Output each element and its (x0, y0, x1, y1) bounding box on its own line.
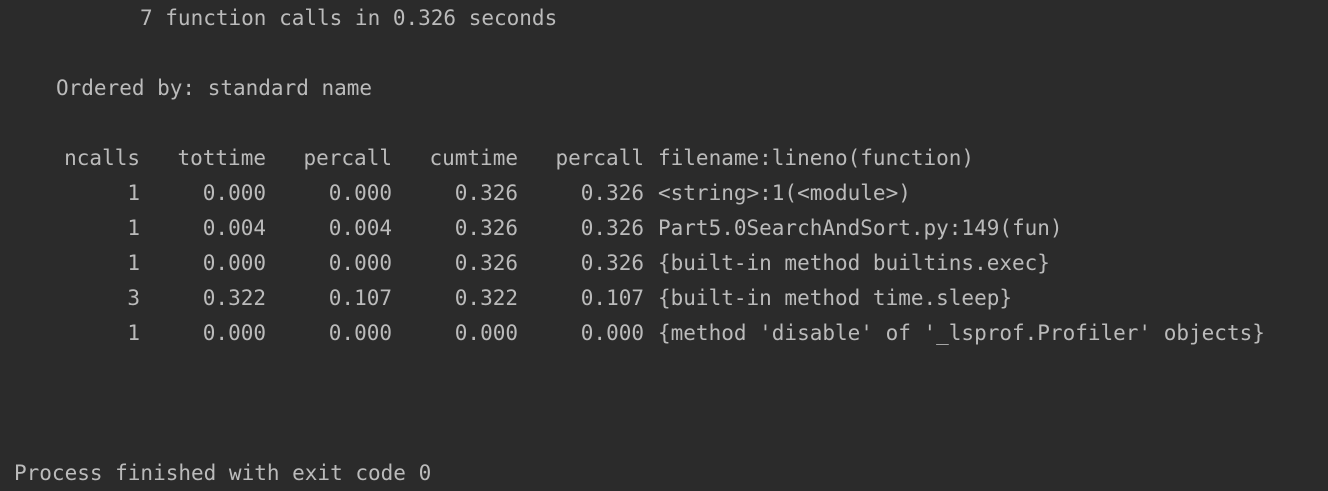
cell-percall: 0.107 (328, 286, 392, 310)
cell-tottime: 0.000 (202, 321, 266, 345)
cell-ncalls: 3 (127, 286, 140, 310)
column-header-percall-cumulative: percall (555, 146, 644, 170)
ordered-by-label: Ordered by: standard name (56, 76, 373, 100)
cell-cumtime: 0.322 (454, 286, 518, 310)
cell-function: {built-in method builtins.exec} (658, 251, 1050, 275)
table-row: 1 0.000 0.000 0.326 0.326 {built-in meth… (56, 246, 1265, 281)
cell-cumtime: 0.000 (454, 321, 518, 345)
column-header-ncalls: ncalls (64, 146, 140, 170)
cell-function: {built-in method time.sleep} (658, 286, 1013, 310)
column-header-cumtime: cumtime (429, 146, 518, 170)
cell-percall-cumulative: 0.326 (580, 251, 644, 275)
cell-function: {method 'disable' of '_lsprof.Profiler' … (658, 321, 1265, 345)
column-header-tottime: tottime (177, 146, 266, 170)
cell-ncalls: 1 (127, 181, 140, 205)
cell-percall: 0.000 (328, 251, 392, 275)
cell-percall-cumulative: 0.000 (580, 321, 644, 345)
table-row: 3 0.322 0.107 0.322 0.107 {built-in meth… (56, 281, 1265, 316)
cell-tottime: 0.004 (202, 216, 266, 240)
cell-ncalls: 1 (127, 216, 140, 240)
table-row: 1 0.000 0.000 0.326 0.326 <string>:1(<mo… (56, 176, 1265, 211)
cell-percall-cumulative: 0.107 (580, 286, 644, 310)
cell-ncalls: 1 (127, 251, 140, 275)
cell-cumtime: 0.326 (454, 181, 518, 205)
cell-tottime: 0.000 (202, 181, 266, 205)
table-row: 1 0.004 0.004 0.326 0.326 Part5.0SearchA… (56, 211, 1265, 246)
cell-cumtime: 0.326 (454, 251, 518, 275)
profile-summary: 7 function calls in 0.326 seconds (140, 6, 558, 30)
cell-function-link[interactable]: Part5.0SearchAndSort.py:149(fun) (644, 211, 1265, 246)
table-header-row: ncalls tottime percall cumtime percall f… (56, 141, 1265, 176)
table-row: 1 0.000 0.000 0.000 0.000 {method 'disab… (56, 316, 1265, 351)
cell-function: <string>:1(<module>) (658, 181, 911, 205)
profile-table: ncalls tottime percall cumtime percall f… (56, 141, 1265, 351)
cell-ncalls: 1 (127, 321, 140, 345)
cell-percall: 0.000 (328, 321, 392, 345)
console-output[interactable]: 7 function calls in 0.326 seconds Ordere… (0, 0, 1328, 488)
exit-message: Process finished with exit code 0 (14, 461, 432, 485)
cell-percall: 0.000 (328, 181, 392, 205)
cell-tottime: 0.000 (202, 251, 266, 275)
cell-cumtime: 0.326 (454, 216, 518, 240)
cell-percall: 0.004 (328, 216, 392, 240)
cell-percall-cumulative: 0.326 (580, 216, 644, 240)
cell-tottime: 0.322 (202, 286, 266, 310)
cell-percall-cumulative: 0.326 (580, 181, 644, 205)
column-header-percall: percall (303, 146, 392, 170)
column-header-function: filename:lineno(function) (658, 146, 975, 170)
